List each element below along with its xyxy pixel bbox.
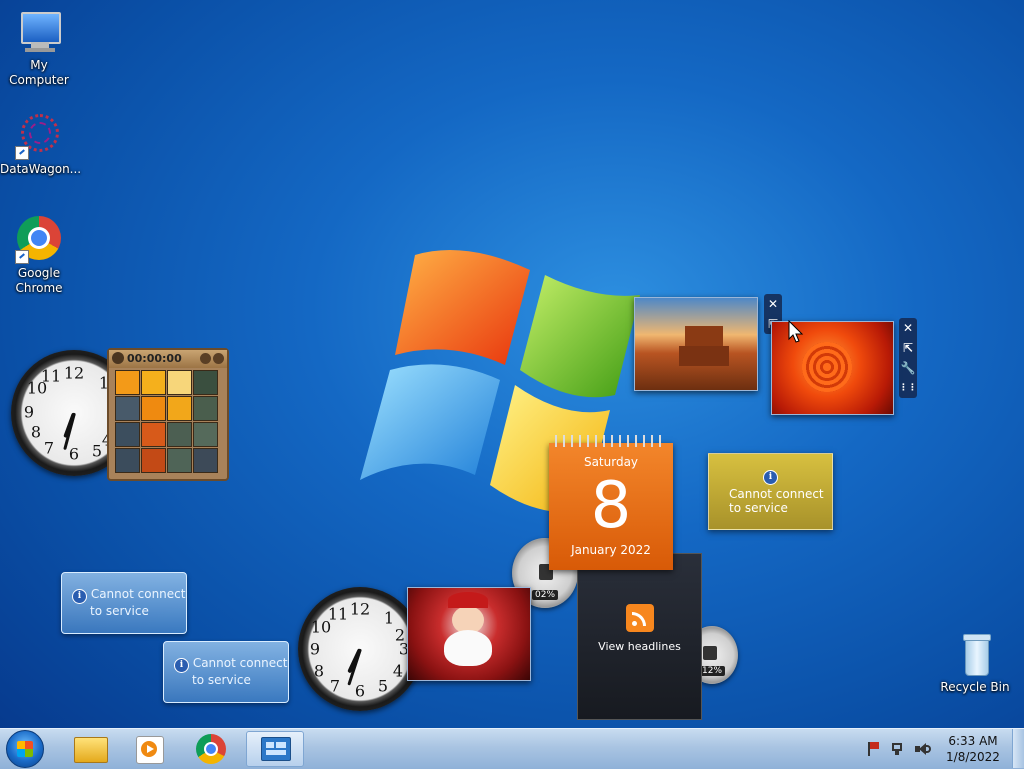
desktop-icon-label: My Computer [9, 58, 69, 87]
stocks-gadget[interactable]: i Cannot connect to service [163, 641, 289, 703]
puzzle-grid[interactable] [115, 370, 227, 473]
clock-date: 1/8/2022 [946, 750, 1000, 764]
desktop-icon-label: DataWagon... [0, 162, 82, 176]
taskbar-media-player[interactable] [122, 731, 178, 767]
close-icon[interactable]: ✕ [764, 294, 782, 314]
memory-percent: 12% [698, 666, 726, 676]
currency-gadget[interactable]: i Cannot connect to service [61, 572, 187, 634]
options-icon[interactable]: 🔧 [899, 358, 917, 378]
desktop-icon-recycle-bin[interactable]: Recycle Bin [936, 630, 1014, 695]
system-clock[interactable]: 6:33 AM 1/8/2022 [940, 733, 1006, 765]
action-center-flag-icon[interactable] [866, 741, 882, 757]
chrome-icon [15, 216, 63, 264]
view-headlines-link[interactable]: View headlines [578, 640, 701, 653]
picture-puzzle-gadget[interactable]: 00:00:00 [107, 348, 229, 481]
calendar-month-year: January 2022 [571, 543, 651, 557]
gadgets-icon [261, 737, 291, 761]
drag-handle-icon[interactable]: ⋮⋮ [899, 378, 917, 398]
puzzle-timer: 00:00:00 [127, 352, 182, 365]
timer-icon [112, 352, 124, 364]
slideshow-gadget-santa[interactable] [407, 587, 531, 681]
weather-message-line2: to service [729, 501, 788, 515]
info-icon: i [72, 589, 87, 604]
desktop-icon-google-chrome[interactable]: Google Chrome [0, 216, 78, 296]
service-message-line1: Cannot connect [90, 587, 186, 601]
volume-icon[interactable] [914, 741, 932, 757]
gadget-controls: ✕ ⇱ 🔧 ⋮⋮ [899, 318, 917, 398]
service-message-line2: to service [90, 604, 149, 618]
close-icon[interactable]: ✕ [899, 318, 917, 338]
chrome-icon [196, 734, 226, 764]
desktop-icon-datawagon[interactable]: DataWagon... [0, 112, 82, 177]
info-icon: i [174, 658, 189, 673]
desktop-icon-label: Google Chrome [15, 266, 63, 295]
feed-headlines-gadget[interactable]: View headlines [577, 553, 702, 720]
clock-time: 6:33 AM [948, 734, 998, 748]
weather-gadget[interactable]: i Cannot connect to service [708, 453, 833, 530]
recycle-bin-icon [951, 630, 999, 678]
computer-icon [15, 8, 63, 56]
service-message-line2: to service [192, 673, 251, 687]
taskbar-file-explorer[interactable] [62, 731, 118, 767]
calendar-gadget[interactable]: Saturday 8 January 2022 [549, 435, 673, 570]
memory-icon [703, 646, 717, 660]
info-icon: i [763, 470, 778, 485]
calendar-day-number: 8 [590, 469, 632, 543]
weather-message-line1: Cannot connect [729, 487, 824, 501]
resize-icon[interactable]: ⇱ [899, 338, 917, 358]
slideshow-gadget-desert[interactable] [634, 297, 758, 391]
service-message-line1: Cannot connect [192, 656, 288, 670]
start-button[interactable] [6, 730, 44, 768]
windows-flag-icon [17, 741, 33, 757]
shuffle-icon[interactable] [213, 353, 224, 364]
desktop-icon-my-computer[interactable]: My Computer [0, 8, 78, 88]
shortcut-arrow-icon [15, 250, 29, 264]
show-desktop-button[interactable] [1012, 729, 1024, 768]
help-icon[interactable] [200, 353, 211, 364]
cpu-percent: 02% [531, 590, 559, 600]
calendar-weekday: Saturday [583, 455, 639, 469]
datawagon-icon [15, 112, 63, 160]
calendar-rings [555, 435, 667, 447]
taskbar-gadgets-active[interactable] [246, 731, 304, 767]
folder-icon [74, 737, 108, 763]
taskbar-chrome[interactable] [184, 731, 240, 767]
desktop-icon-label: Recycle Bin [940, 680, 1010, 694]
rss-icon [625, 604, 654, 632]
shortcut-arrow-icon [15, 146, 29, 160]
mouse-cursor-icon [788, 320, 804, 343]
network-icon[interactable] [890, 741, 906, 757]
media-player-icon [136, 736, 164, 764]
clock-gadget[interactable]: 12 1 2 345 678 9 10 11 [298, 587, 422, 711]
